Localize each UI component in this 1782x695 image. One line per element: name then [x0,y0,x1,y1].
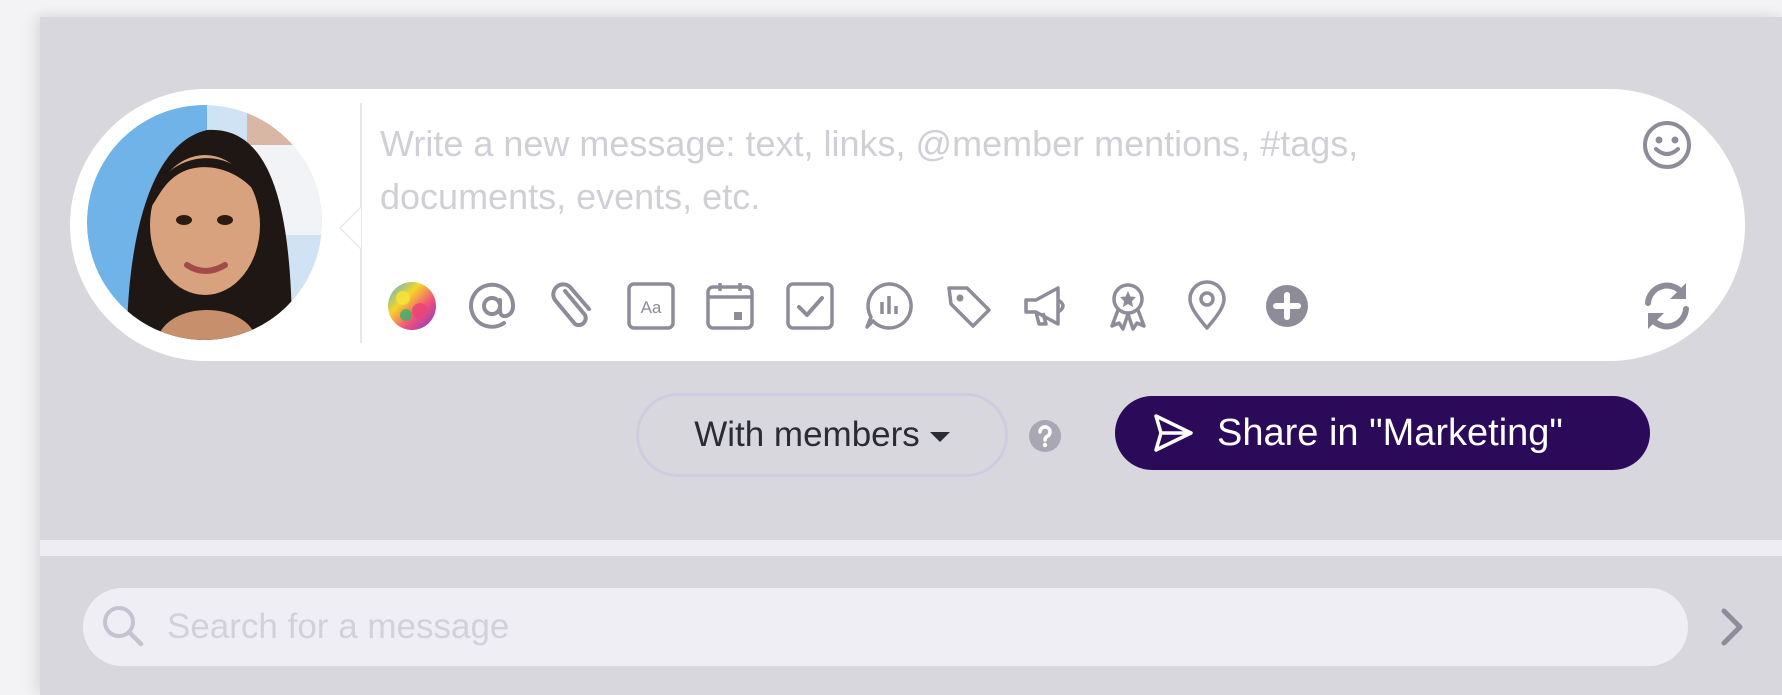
avatar-photo [87,105,322,340]
composer-toolbar: Aa [384,278,1338,334]
help-icon[interactable] [1028,419,1062,453]
color-wheel-icon[interactable] [384,278,440,334]
section-divider [40,540,1782,556]
megaphone-icon[interactable] [1020,278,1076,334]
search-placeholder: Search for a message [167,607,510,646]
award-icon[interactable] [1100,278,1156,334]
chevron-right-icon[interactable] [1715,602,1749,652]
plus-circle-icon[interactable] [1259,278,1315,334]
composer-divider-notch [339,206,361,250]
svg-text:Aa: Aa [640,298,661,317]
search-icon [103,606,144,647]
message-input[interactable]: Write a new message: text, links, @membe… [380,117,1460,223]
page: Write a new message: text, links, @membe… [0,0,1782,695]
refresh-icon[interactable] [1638,277,1696,335]
checkbox-icon[interactable] [782,278,838,334]
share-button-label: Share in "Marketing" [1217,411,1563,454]
visibility-label: With members [694,415,920,454]
location-pin-icon[interactable] [1179,278,1235,334]
calendar-icon[interactable] [702,278,758,334]
tag-icon[interactable] [941,278,997,334]
search-input[interactable]: Search for a message [83,588,1688,666]
smiley-icon[interactable] [1640,118,1694,172]
text-format-icon[interactable]: Aa [623,278,679,334]
visibility-dropdown[interactable]: With members [636,393,1008,477]
paperclip-icon[interactable] [543,278,599,334]
at-mention-icon[interactable] [464,278,520,334]
avatar[interactable] [87,105,322,340]
send-icon [1154,414,1193,452]
share-button[interactable]: Share in "Marketing" [1115,396,1650,470]
chevron-down-icon [929,432,950,442]
poll-icon[interactable] [861,278,917,334]
